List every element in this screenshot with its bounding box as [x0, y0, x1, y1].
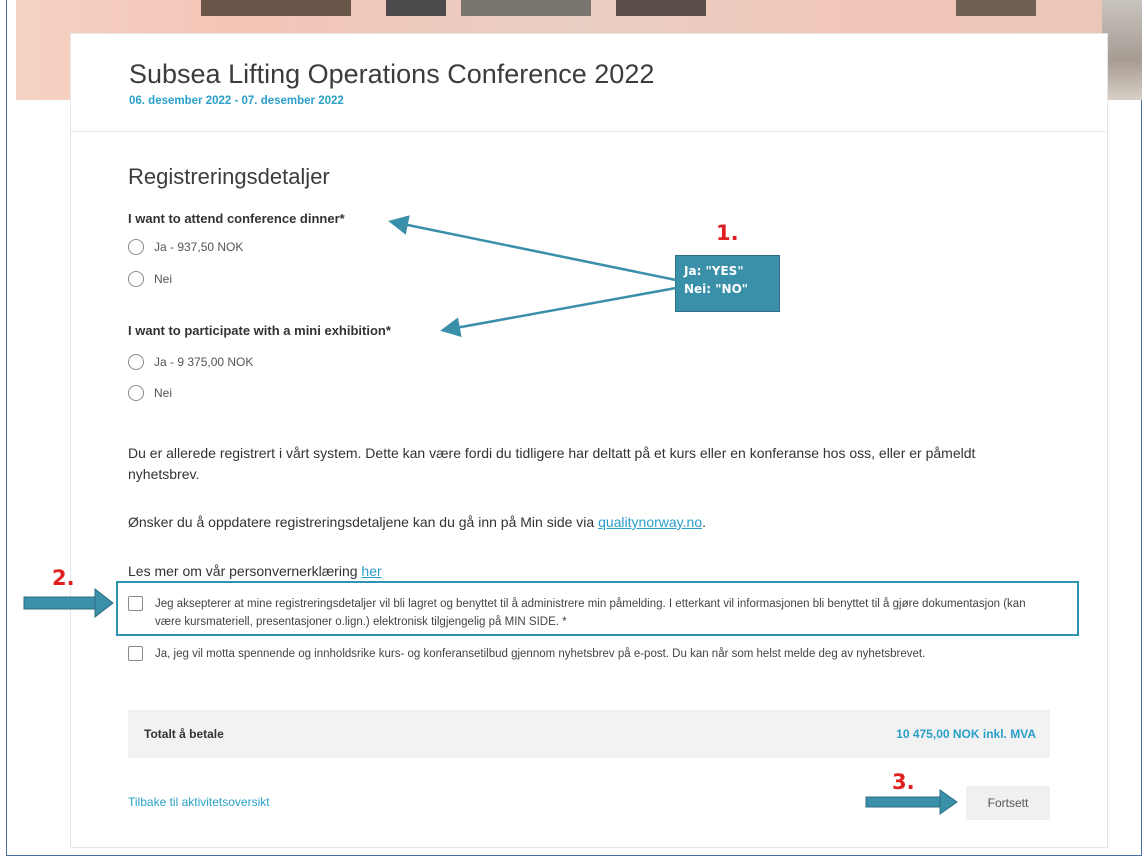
radio-button[interactable]	[128, 271, 144, 287]
banner-photo-strip	[616, 0, 706, 16]
radio-label: Ja - 9 375,00 NOK	[154, 355, 254, 369]
update-details-label: Ønsker du å oppdatere registreringsdetal…	[128, 514, 599, 530]
radio-button[interactable]	[128, 385, 144, 401]
radio-option-exhibition-yes[interactable]: Ja - 9 375,00 NOK	[128, 354, 253, 370]
annotation-callout: Ja: "YES" Nei: "NO"	[675, 255, 780, 312]
radio-label: Ja - 937,50 NOK	[154, 240, 244, 254]
privacy-label: Les mer om vår personvernerklæring	[128, 563, 362, 579]
radio-option-dinner-yes[interactable]: Ja - 937,50 NOK	[128, 239, 243, 255]
continue-button[interactable]: Fortsett	[966, 786, 1050, 820]
banner-photo-edge	[1102, 0, 1142, 100]
update-details-suffix: .	[702, 514, 706, 530]
banner-photo-strip	[201, 0, 351, 16]
callout-line-yes: Ja: "YES"	[684, 264, 744, 278]
annotation-marker-3: 3.	[892, 770, 915, 794]
event-header: Subsea Lifting Operations Conference 202…	[71, 34, 1107, 132]
update-details-text: Ønsker du å oppdatere registreringsdetal…	[128, 512, 1038, 533]
privacy-link[interactable]: her	[361, 563, 381, 579]
event-title: Subsea Lifting Operations Conference 202…	[129, 59, 655, 89]
banner-photo-strip	[956, 0, 1036, 16]
annotation-marker-1: 1.	[716, 221, 739, 245]
radio-label: Nei	[154, 272, 173, 286]
banner-photo-strip	[386, 0, 446, 16]
radio-option-dinner-no[interactable]: Nei	[128, 271, 172, 287]
question-mini-exhibition: I want to participate with a mini exhibi…	[128, 323, 391, 338]
privacy-text: Les mer om vår personvernerklæring her	[128, 561, 1038, 582]
total-amount: 10 475,00 NOK inkl. MVA	[896, 727, 1036, 741]
question-conference-dinner: I want to attend conference dinner*	[128, 211, 345, 226]
callout-line-no: Nei: "NO"	[684, 282, 749, 296]
checkbox[interactable]	[128, 646, 143, 661]
already-registered-text: Du er allerede registrert i vårt system.…	[128, 445, 976, 482]
total-bar: Totalt å betale 10 475,00 NOK inkl. MVA	[128, 710, 1050, 758]
radio-label: Nei	[154, 386, 173, 400]
back-to-overview-link[interactable]: Tilbake til aktivitetsoversikt	[128, 795, 270, 809]
radio-option-exhibition-no[interactable]: Nei	[128, 385, 172, 401]
annotation-marker-2: 2.	[52, 566, 75, 590]
banner-photo-strip	[461, 0, 591, 16]
qualitynorway-link[interactable]: qualitynorway.no	[598, 514, 702, 530]
event-dates: 06. desember 2022 - 07. desember 2022	[129, 95, 344, 107]
consent-label: Ja, jeg vil motta spennende og innholdsr…	[155, 648, 926, 660]
consent-newsletter[interactable]: Ja, jeg vil motta spennende og innholdsr…	[128, 645, 1048, 663]
radio-button[interactable]	[128, 354, 144, 370]
radio-button[interactable]	[128, 239, 144, 255]
section-title: Registreringsdetaljer	[128, 164, 330, 189]
annotation-highlight-box	[116, 581, 1079, 636]
total-label: Totalt å betale	[144, 727, 224, 741]
